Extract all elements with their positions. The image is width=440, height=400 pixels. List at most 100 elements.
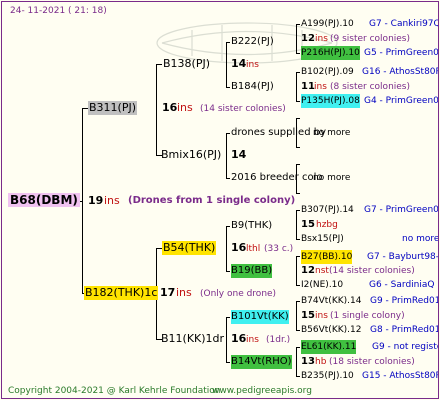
connector — [296, 118, 300, 119]
gen3-b19-node[interactable]: B19(BB) — [231, 264, 273, 278]
gen4-node[interactable]: P135H(PJ).08 — [301, 94, 360, 108]
connector — [296, 256, 300, 257]
gen2-b54-ins: lthl — [246, 244, 261, 254]
root-node[interactable]: B68(DBM) — [8, 193, 80, 207]
gen3-b101-num: 15 — [301, 310, 315, 321]
connector — [226, 317, 230, 318]
connector — [296, 24, 300, 25]
connector — [296, 285, 300, 286]
connector — [296, 210, 297, 240]
gen3-drones-more: no more — [313, 128, 351, 138]
gen4-info: G8 - PrimRed01 — [370, 325, 439, 335]
connector — [296, 193, 300, 194]
connector — [226, 362, 230, 363]
gen4-info: no more — [402, 234, 439, 244]
gen4-info: G7 - Bayburt98-3 — [367, 252, 439, 262]
connector — [296, 347, 300, 348]
connector — [296, 239, 300, 240]
gen2-b54-num: 16 — [231, 241, 247, 254]
gen2-bmix-num: 14 — [231, 148, 247, 161]
gen1-top-info: (14 sister colonies) — [200, 104, 286, 114]
gen4-info: G7 - PrimGreen00 — [364, 205, 439, 215]
connector — [296, 301, 300, 302]
gen4-info: G7 - Cankiri97Q — [369, 19, 439, 29]
gen4-node[interactable]: A199(PJ).10 — [301, 17, 354, 31]
connector — [226, 42, 230, 43]
gen3-b222-ins: ins — [315, 34, 328, 44]
connector — [296, 347, 297, 377]
gen3-b14-num: 13 — [301, 356, 315, 367]
root-ins: ins — [104, 194, 120, 207]
gen4-node[interactable]: P216H(PJ).10 — [301, 46, 360, 60]
gen4-node[interactable]: B307(PJ).14 — [301, 203, 354, 217]
connector — [296, 147, 300, 148]
gen3-b101-ins: ins — [315, 311, 328, 321]
gen4-info: G16 - AthosSt80R — [362, 67, 439, 77]
gen4-node[interactable]: EL61(KK).11 — [301, 340, 357, 354]
gen4-info: G9 - PrimRed01 — [370, 296, 439, 306]
gen3-b184-node[interactable]: B184(PJ) — [231, 80, 274, 94]
gen2-b11-node[interactable]: B11(KK)1dr — [160, 332, 225, 346]
gen2-bmix-node[interactable]: Bmix16(PJ) — [160, 148, 222, 162]
connector — [226, 317, 227, 363]
gen3-b9-num: 15 — [301, 219, 315, 230]
gen3-breeder-node[interactable]: 2016 breeder colo — [231, 171, 322, 185]
gen3-b222-num: 12 — [301, 33, 315, 44]
connector — [226, 226, 227, 272]
connector — [226, 42, 227, 88]
connector — [296, 24, 297, 54]
gen3-b14-ins: hb — [315, 357, 327, 367]
footer-url[interactable]: www.pedigreeapis.org — [212, 384, 312, 398]
connector — [226, 271, 230, 272]
connector — [296, 301, 297, 331]
gen1-top-node[interactable]: B311(PJ) — [88, 101, 138, 115]
gen4-info: G5 - PrimGreen00 — [364, 48, 439, 58]
gen2-b138-node[interactable]: B138(PJ) — [162, 57, 211, 71]
gen4-node[interactable]: Bsx15(PJ) — [301, 232, 344, 246]
connector — [156, 64, 157, 156]
gen3-b101-node[interactable]: B101Vt(KK) — [231, 310, 289, 324]
gen3-b184-ins: ins — [314, 82, 327, 92]
gen3-b19-num: 12 — [301, 265, 315, 276]
gen4-node[interactable]: B27(BB).10 — [301, 250, 353, 264]
gen3-b14-node[interactable]: B14Vt(RHO) — [231, 355, 292, 369]
gen3-b9-ins: hzbg — [316, 220, 338, 230]
gen2-b54-node[interactable]: B54(THK) — [162, 241, 217, 255]
gen3-b184-info: (8 sister colonies) — [330, 82, 411, 92]
gen4-node[interactable]: I2(NE).10 — [301, 278, 343, 292]
gen3-breeder-more: no more — [313, 173, 351, 183]
gen3-b9-node[interactable]: B9(THK) — [231, 219, 272, 233]
gen4-node[interactable]: B102(PJ).09 — [301, 65, 354, 79]
gen4-node[interactable]: B74Vt(KK).14 — [301, 294, 361, 308]
gen1-bottom-info: (Only one drone) — [200, 289, 277, 299]
connector — [296, 72, 300, 73]
gen1-top-num: 16 — [162, 101, 178, 114]
connector — [296, 164, 300, 165]
connector — [296, 376, 300, 377]
gen3-b184-num: 11 — [301, 81, 315, 92]
gen2-b11-info: (1dr.) — [266, 335, 291, 345]
gen4-info: G15 - AthosSt80R — [362, 371, 439, 381]
gen2-b138-num: 14 — [231, 57, 247, 70]
gen4-node[interactable]: B56Vt(KK).12 — [301, 323, 361, 337]
gen3-b222-node[interactable]: B222(PJ) — [231, 35, 274, 49]
header-date: 24- 11-2021 ( 21: 18) — [10, 6, 107, 16]
gen4-node[interactable]: B235(PJ).10 — [301, 369, 354, 383]
gen1-top-ins: ins — [177, 101, 193, 114]
footer-copyright: Copyright 2004-2021 @ Karl Kehrle Founda… — [8, 386, 221, 396]
connector — [226, 133, 227, 179]
pedigree-frame: 24- 11-2021 ( 21: 18) B68(DBM) 19 ins (D… — [1, 1, 439, 399]
gen3-b14-info: (18 sister colonies) — [329, 357, 415, 367]
connector — [226, 133, 230, 134]
gen3-b19-info: (14 sister colonies) — [329, 266, 415, 276]
gen3-b101-info: (1 single colony) — [330, 311, 405, 321]
connector — [296, 330, 300, 331]
gen1-bottom-node[interactable]: B182(THK)1c — [84, 286, 159, 300]
connector — [296, 210, 300, 211]
connector — [296, 101, 300, 102]
gen3-b19-ins: nst — [315, 266, 329, 276]
gen1-bottom-num: 17 — [160, 286, 176, 299]
gen3-drones-node[interactable]: drones supplied by — [231, 126, 326, 140]
connector — [296, 256, 297, 286]
gen4-info: G6 - SardiniaQ — [369, 280, 435, 290]
